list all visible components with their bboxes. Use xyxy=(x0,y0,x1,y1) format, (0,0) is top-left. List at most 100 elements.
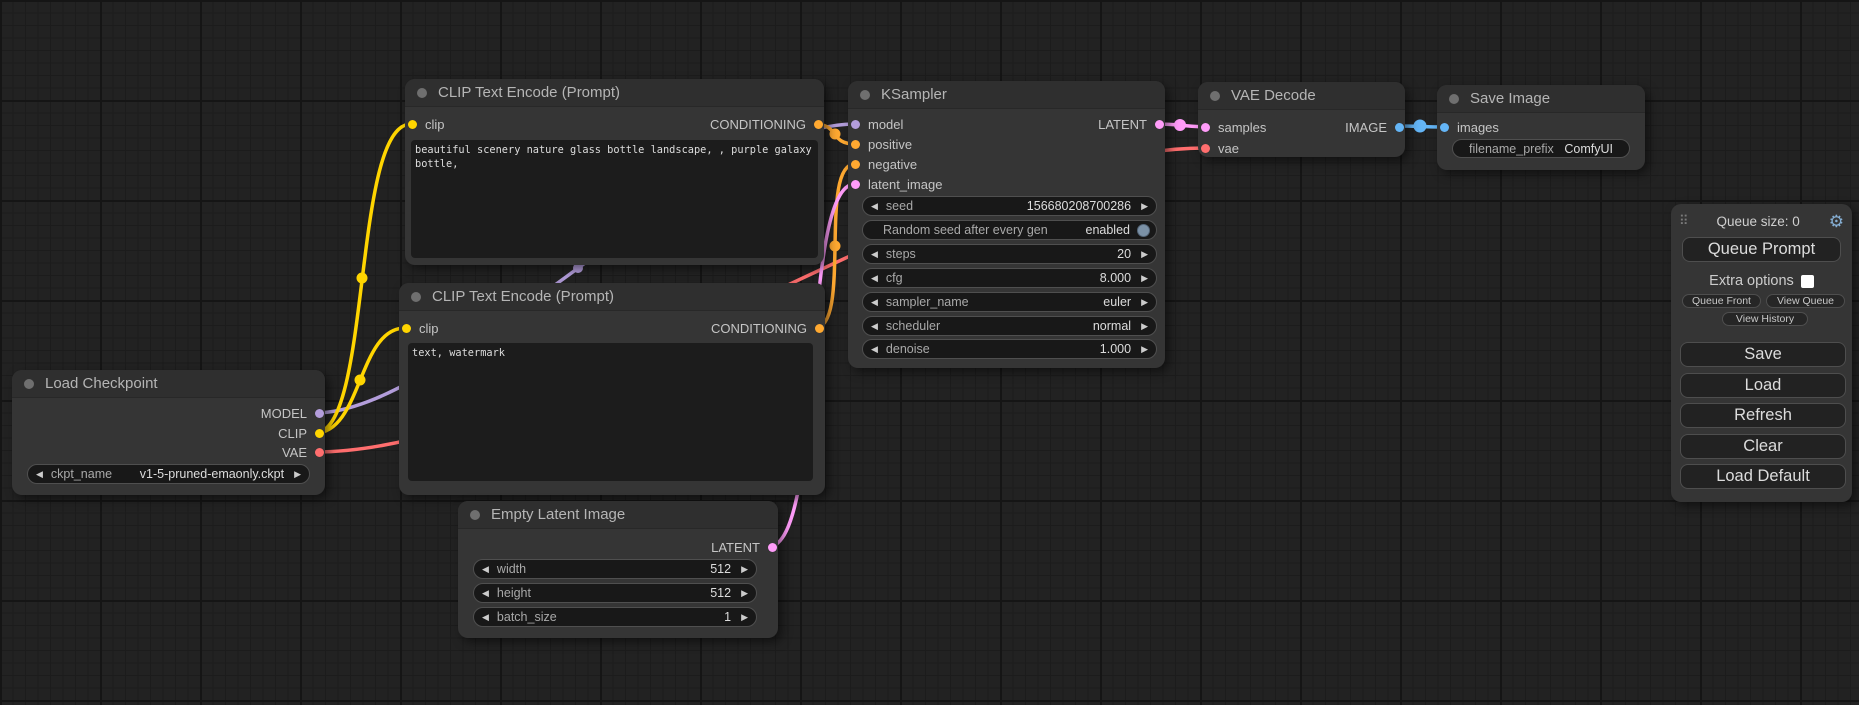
decrement-arrow-icon[interactable]: ◀ xyxy=(36,469,43,480)
increment-arrow-icon[interactable]: ▶ xyxy=(1141,249,1148,260)
port-label: vae xyxy=(1218,141,1239,156)
drag-handle-icon[interactable]: ⠿ xyxy=(1679,213,1688,229)
node-title-bar[interactable]: CLIP Text Encode (Prompt) xyxy=(405,79,824,107)
settings-gear-icon[interactable]: ⚙ xyxy=(1829,213,1844,230)
increment-arrow-icon[interactable]: ▶ xyxy=(294,469,301,480)
conditioning-output-port[interactable] xyxy=(814,120,823,129)
collapse-dot-icon[interactable] xyxy=(860,90,870,100)
height-widget[interactable]: ◀ height 512 ▶ xyxy=(473,583,757,603)
vae-output-port[interactable] xyxy=(315,448,324,457)
decrement-arrow-icon[interactable]: ◀ xyxy=(482,588,489,599)
increment-arrow-icon[interactable]: ▶ xyxy=(741,612,748,623)
scheduler-widget[interactable]: ◀ scheduler normal ▶ xyxy=(862,316,1157,336)
node-title-bar[interactable]: KSampler xyxy=(848,81,1165,109)
node-graph-canvas[interactable]: Load Checkpoint MODEL CLIP VAE ◀ ckpt_na… xyxy=(0,0,1859,705)
increment-arrow-icon[interactable]: ▶ xyxy=(1141,344,1148,355)
increment-arrow-icon[interactable]: ▶ xyxy=(741,588,748,599)
increment-arrow-icon[interactable]: ▶ xyxy=(1141,273,1148,284)
decrement-arrow-icon[interactable]: ◀ xyxy=(871,201,878,212)
sampler-name-widget[interactable]: ◀ sampler_name euler ▶ xyxy=(862,292,1157,312)
collapse-dot-icon[interactable] xyxy=(24,379,34,389)
view-history-button[interactable]: View History xyxy=(1722,312,1808,326)
node-title-bar[interactable]: Empty Latent Image xyxy=(458,501,778,529)
vae-input-port[interactable] xyxy=(1201,144,1210,153)
filename-prefix-widget[interactable]: filename_prefix ComfyUI xyxy=(1452,139,1630,158)
node-vae-decode[interactable]: VAE Decode samples vae IMAGE xyxy=(1198,82,1405,157)
node-title-bar[interactable]: VAE Decode xyxy=(1198,82,1405,110)
collapse-dot-icon[interactable] xyxy=(1210,91,1220,101)
collapse-dot-icon[interactable] xyxy=(411,292,421,302)
positive-input-port[interactable] xyxy=(851,140,860,149)
conditioning-output-port[interactable] xyxy=(815,324,824,333)
node-save-image[interactable]: Save Image images filename_prefix ComfyU… xyxy=(1437,85,1645,170)
images-input-port[interactable] xyxy=(1440,123,1449,132)
output-conditioning: CONDITIONING xyxy=(711,318,825,338)
node-title-bar[interactable]: Load Checkpoint xyxy=(12,370,325,398)
node-load-checkpoint[interactable]: Load Checkpoint MODEL CLIP VAE ◀ ckpt_na… xyxy=(12,370,325,495)
decrement-arrow-icon[interactable]: ◀ xyxy=(871,297,878,308)
port-label: images xyxy=(1457,120,1499,135)
decrement-arrow-icon[interactable]: ◀ xyxy=(482,564,489,575)
link-midpoint-dot xyxy=(357,273,368,284)
model-output-port[interactable] xyxy=(315,409,324,418)
link-midpoint-dot xyxy=(830,129,841,140)
widget-value: v1-5-pruned-emaonly.ckpt xyxy=(140,467,284,481)
latent-output-port[interactable] xyxy=(1155,120,1164,129)
steps-widget[interactable]: ◀ steps 20 ▶ xyxy=(862,244,1157,264)
negative-input-port[interactable] xyxy=(851,160,860,169)
input-samples: samples xyxy=(1198,118,1266,136)
batch-size-widget[interactable]: ◀ batch_size 1 ▶ xyxy=(473,607,757,627)
load-button[interactable]: Load xyxy=(1680,373,1846,398)
input-images: images xyxy=(1437,117,1499,137)
refresh-button[interactable]: Refresh xyxy=(1680,403,1846,428)
input-clip: clip xyxy=(399,318,439,338)
collapse-dot-icon[interactable] xyxy=(1449,94,1459,104)
random-seed-toggle-widget[interactable]: Random seed after every gen enabled xyxy=(862,220,1157,240)
prompt-textarea[interactable]: text, watermark xyxy=(408,343,813,481)
decrement-arrow-icon[interactable]: ◀ xyxy=(871,249,878,260)
ckpt-name-widget[interactable]: ◀ ckpt_name v1-5-pruned-emaonly.ckpt ▶ xyxy=(27,464,310,484)
toggle-knob-icon[interactable] xyxy=(1137,224,1150,237)
output-latent: LATENT xyxy=(711,537,778,557)
collapse-dot-icon[interactable] xyxy=(470,510,480,520)
queue-prompt-button[interactable]: Queue Prompt xyxy=(1682,237,1841,262)
latent-image-input-port[interactable] xyxy=(851,180,860,189)
extra-options-checkbox[interactable] xyxy=(1801,275,1814,288)
save-button[interactable]: Save xyxy=(1680,342,1846,367)
node-title: CLIP Text Encode (Prompt) xyxy=(432,288,614,305)
node-ksampler[interactable]: KSampler model positive negative latent_… xyxy=(848,81,1165,368)
increment-arrow-icon[interactable]: ▶ xyxy=(1141,297,1148,308)
model-input-port[interactable] xyxy=(851,120,860,129)
clip-input-port[interactable] xyxy=(402,324,411,333)
denoise-widget[interactable]: ◀ denoise 1.000 ▶ xyxy=(862,339,1157,359)
increment-arrow-icon[interactable]: ▶ xyxy=(741,564,748,575)
increment-arrow-icon[interactable]: ▶ xyxy=(1141,321,1148,332)
decrement-arrow-icon[interactable]: ◀ xyxy=(871,344,878,355)
clip-input-port[interactable] xyxy=(408,120,417,129)
view-queue-button[interactable]: View Queue xyxy=(1766,294,1845,308)
clip-output-port[interactable] xyxy=(315,429,324,438)
latent-output-port[interactable] xyxy=(768,543,777,552)
widget-value: 156680208700286 xyxy=(1027,199,1131,213)
node-title-bar[interactable]: CLIP Text Encode (Prompt) xyxy=(399,283,825,311)
node-title-bar[interactable]: Save Image xyxy=(1437,85,1645,113)
decrement-arrow-icon[interactable]: ◀ xyxy=(871,273,878,284)
samples-input-port[interactable] xyxy=(1201,123,1210,132)
increment-arrow-icon[interactable]: ▶ xyxy=(1141,201,1148,212)
port-label: samples xyxy=(1218,120,1266,135)
node-clip-text-encode-positive[interactable]: CLIP Text Encode (Prompt) clip CONDITION… xyxy=(405,79,824,265)
node-clip-text-encode-negative[interactable]: CLIP Text Encode (Prompt) clip CONDITION… xyxy=(399,283,825,495)
collapse-dot-icon[interactable] xyxy=(417,88,427,98)
port-label: negative xyxy=(868,157,917,172)
width-widget[interactable]: ◀ width 512 ▶ xyxy=(473,559,757,579)
cfg-widget[interactable]: ◀ cfg 8.000 ▶ xyxy=(862,268,1157,288)
clear-button[interactable]: Clear xyxy=(1680,434,1846,459)
node-empty-latent-image[interactable]: Empty Latent Image LATENT ◀ width 512 ▶ … xyxy=(458,501,778,638)
image-output-port[interactable] xyxy=(1395,123,1404,132)
prompt-textarea[interactable]: beautiful scenery nature glass bottle la… xyxy=(411,140,818,258)
seed-widget[interactable]: ◀ seed 156680208700286 ▶ xyxy=(862,196,1157,216)
decrement-arrow-icon[interactable]: ◀ xyxy=(482,612,489,623)
load-default-button[interactable]: Load Default xyxy=(1680,464,1846,489)
queue-front-button[interactable]: Queue Front xyxy=(1682,294,1761,308)
decrement-arrow-icon[interactable]: ◀ xyxy=(871,321,878,332)
